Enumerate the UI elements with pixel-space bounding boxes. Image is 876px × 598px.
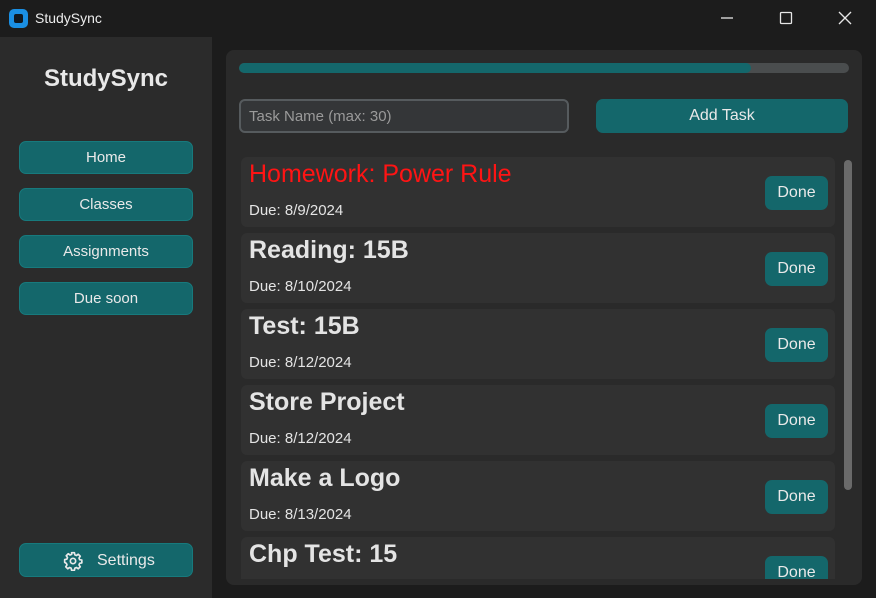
done-button[interactable]: Done <box>765 176 828 210</box>
settings-button[interactable]: Settings <box>19 543 193 577</box>
task-due-date: Due: 8/13/2024 <box>249 506 352 523</box>
task-due-date: Due: 8/12/2024 <box>249 354 352 371</box>
task-list-scrollbar[interactable] <box>843 160 853 580</box>
done-button[interactable]: Done <box>765 328 828 362</box>
title-bar: StudySync <box>0 0 876 37</box>
done-button[interactable]: Done <box>765 404 828 438</box>
close-button[interactable] <box>816 0 874 37</box>
window-title: StudySync <box>35 10 102 26</box>
app-icon <box>9 9 28 28</box>
task-item: Reading: 15B Due: 8/10/2024 Done <box>241 233 835 303</box>
close-icon <box>838 11 852 25</box>
gear-icon <box>63 551 83 571</box>
task-name: Reading: 15B <box>249 236 409 264</box>
task-name: Test: 15B <box>249 312 360 340</box>
task-name: Store Project <box>249 388 405 416</box>
task-name: Make a Logo <box>249 464 401 492</box>
nav-assignments-button[interactable]: Assignments <box>19 235 193 268</box>
settings-label: Settings <box>97 552 155 569</box>
task-name: Chp Test: 15 <box>249 540 398 568</box>
task-item: Homework: Power Rule Due: 8/9/2024 Done <box>241 157 835 227</box>
done-button[interactable]: Done <box>765 480 828 514</box>
task-due-date: Due: 8/12/2024 <box>249 430 352 447</box>
scrollbar-thumb[interactable] <box>844 160 852 490</box>
progress-fill <box>239 63 752 73</box>
brand-title: StudySync <box>43 65 169 92</box>
progress-bar <box>239 63 849 73</box>
done-button[interactable]: Done <box>765 556 828 579</box>
task-item: Chp Test: 15 Done <box>241 537 835 579</box>
task-due-date: Due: 8/10/2024 <box>249 278 352 295</box>
add-task-button[interactable]: Add Task <box>596 99 848 133</box>
task-name: Homework: Power Rule <box>249 160 512 188</box>
task-name-input[interactable] <box>239 99 569 133</box>
task-item: Make a Logo Due: 8/13/2024 Done <box>241 461 835 531</box>
task-due-date: Due: 8/9/2024 <box>249 202 344 219</box>
main-panel: Add Task Homework: Power Rule Due: 8/9/2… <box>226 50 862 585</box>
task-list: Homework: Power Rule Due: 8/9/2024 Done … <box>241 157 835 579</box>
task-item: Test: 15B Due: 8/12/2024 Done <box>241 309 835 379</box>
minimize-icon <box>721 17 733 19</box>
done-button[interactable]: Done <box>765 252 828 286</box>
nav-home-button[interactable]: Home <box>19 141 193 174</box>
maximize-icon <box>779 11 793 25</box>
sidebar: StudySync Home Classes Assignments Due s… <box>0 37 212 598</box>
maximize-button[interactable] <box>757 0 815 37</box>
nav-classes-button[interactable]: Classes <box>19 188 193 221</box>
minimize-button[interactable] <box>698 0 756 37</box>
nav-due-soon-button[interactable]: Due soon <box>19 282 193 315</box>
task-item: Store Project Due: 8/12/2024 Done <box>241 385 835 455</box>
